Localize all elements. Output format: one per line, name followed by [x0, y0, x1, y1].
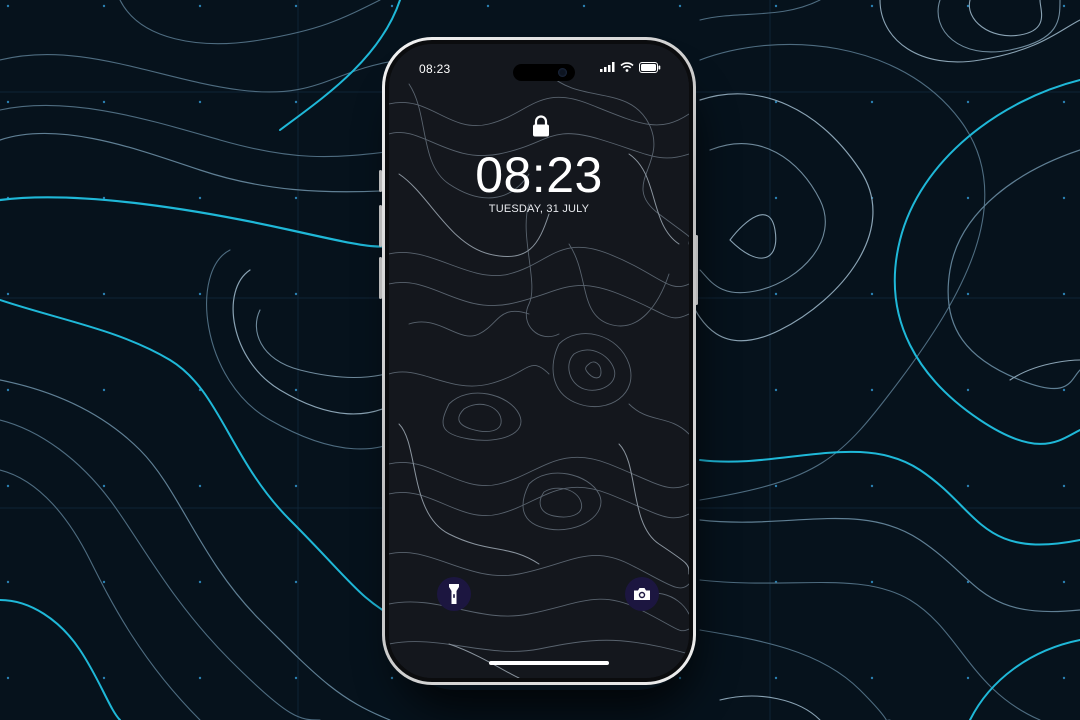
lock-icon — [533, 115, 549, 137]
lock-screen[interactable]: 08:23 08:23 TUESDAY, 31 JULY — [389, 44, 689, 678]
signal-bars-icon — [600, 62, 615, 72]
flashlight-icon — [449, 584, 459, 604]
lock-screen-clock: 08:23 — [475, 147, 603, 203]
battery-icon — [639, 61, 661, 73]
camera-button[interactable] — [625, 577, 659, 611]
lock-screen-date: TUESDAY, 31 JULY — [488, 203, 590, 215]
wifi-icon — [620, 62, 634, 72]
flashlight-button[interactable] — [437, 577, 471, 611]
status-bar-icons — [600, 60, 661, 74]
status-bar-time: 08:23 — [419, 62, 451, 76]
phone-bezel: 08:23 08:23 TUESDAY, 31 JULY — [385, 40, 693, 682]
camera-icon — [634, 588, 650, 600]
front-camera — [558, 68, 567, 77]
phone-frame: 08:23 08:23 TUESDAY, 31 JULY — [382, 37, 696, 685]
home-indicator[interactable] — [489, 661, 609, 665]
